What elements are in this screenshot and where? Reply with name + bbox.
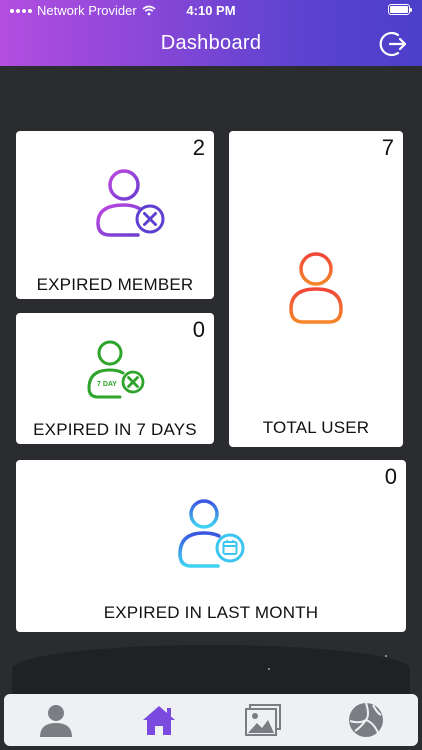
- background-star: [268, 668, 270, 670]
- expired-last-month-count: 0: [384, 464, 397, 489]
- total-user-card[interactable]: 7 TOTAL USER: [229, 131, 403, 447]
- app-header: Network Provider 4:10 PM Dashboard: [0, 0, 422, 66]
- user-calendar-icon: [178, 499, 245, 568]
- nav-gallery[interactable]: [243, 700, 283, 740]
- expired-7-days-card[interactable]: 0 7 DAY EXPIRED IN 7 DAYS: [16, 313, 214, 444]
- bottom-nav: [4, 694, 418, 746]
- battery-icon: [388, 4, 412, 15]
- user-icon: [289, 252, 343, 324]
- seven-day-badge-text: 7 DAY: [97, 381, 117, 388]
- background-star: [385, 655, 387, 657]
- expired-7-days-label: EXPIRED IN 7 DAYS: [33, 420, 197, 439]
- image-icon: [244, 704, 281, 736]
- expired-member-card[interactable]: 2 EXPIRED MEMBER: [16, 131, 214, 299]
- user-remove-icon: [96, 169, 165, 237]
- nav-profile[interactable]: [36, 700, 76, 740]
- total-user-label: TOTAL USER: [262, 418, 370, 437]
- status-bar: Network Provider 4:10 PM: [0, 0, 422, 22]
- volleyball-icon: [349, 702, 384, 737]
- home-icon: [143, 706, 176, 735]
- page-title: Dashboard: [160, 32, 262, 54]
- expired-member-count: 2: [192, 135, 205, 160]
- expired-7-days-count: 0: [192, 317, 205, 342]
- total-user-count: 7: [381, 135, 394, 160]
- user-7day-expire-icon: 7 DAY: [87, 340, 145, 399]
- logout-button[interactable]: [378, 30, 408, 58]
- expired-member-label: EXPIRED MEMBER: [36, 275, 194, 294]
- nav-home[interactable]: [139, 700, 179, 740]
- status-time: 4:10 PM: [186, 3, 236, 18]
- expired-last-month-label: EXPIRED IN LAST MONTH: [103, 603, 319, 622]
- nav-sports[interactable]: [346, 700, 386, 740]
- person-icon: [39, 705, 72, 737]
- expired-last-month-card[interactable]: 0 EXPIRED IN LAST MONTH: [16, 460, 406, 632]
